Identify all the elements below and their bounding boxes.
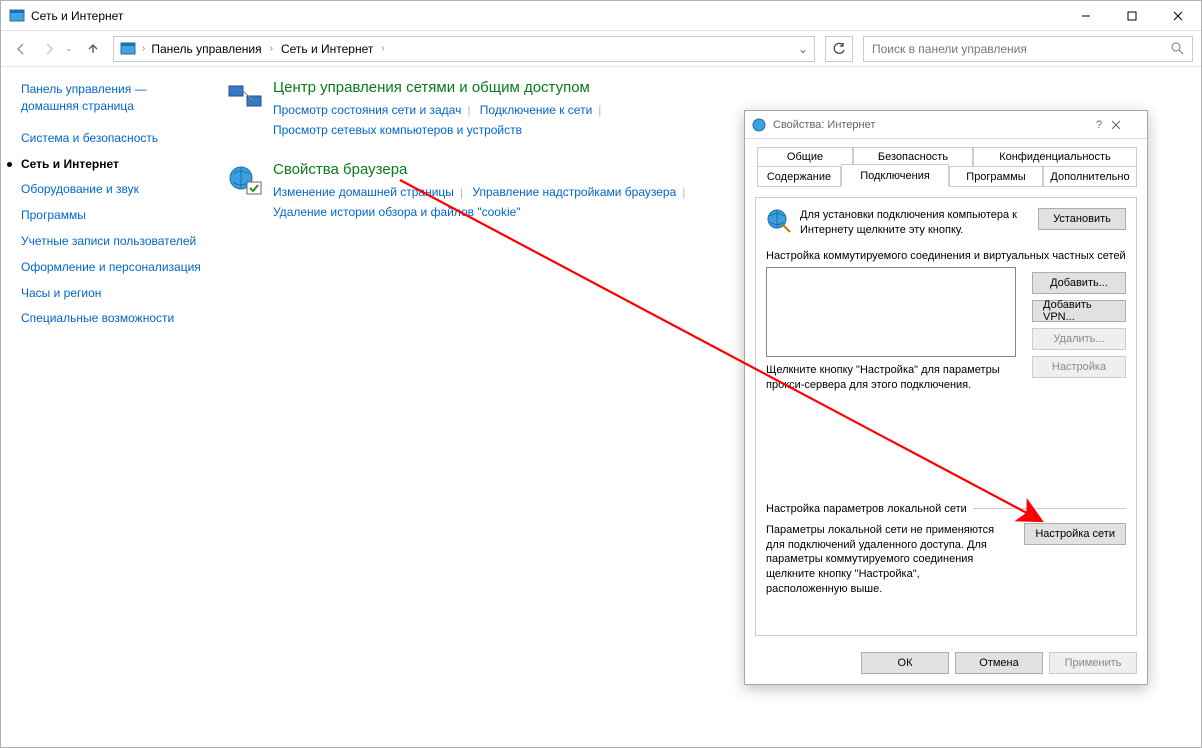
network-center-icon bbox=[227, 82, 265, 116]
remove-button: Удалить... bbox=[1032, 328, 1126, 350]
cancel-button[interactable]: Отмена bbox=[955, 652, 1043, 674]
sidebar-home[interactable]: Панель управления — домашняя страница bbox=[21, 81, 201, 116]
up-button[interactable] bbox=[81, 37, 105, 61]
dialup-group-label: Настройка коммутируемого соединения и ви… bbox=[766, 249, 1126, 263]
search-icon[interactable] bbox=[1171, 42, 1184, 55]
sidebar-item-system[interactable]: Система и безопасность bbox=[21, 130, 201, 147]
dialog-titlebar: Свойства: Интернет ? bbox=[745, 111, 1147, 139]
lan-text: Параметры локальной сети не применяются … bbox=[766, 523, 996, 597]
tab-advanced[interactable]: Дополнительно bbox=[1043, 167, 1137, 187]
sidebar-item-network[interactable]: Сеть и Интернет bbox=[21, 156, 201, 173]
sidebar-item-programs[interactable]: Программы bbox=[21, 207, 201, 224]
breadcrumb: Панель управления › Сеть и Интернет › bbox=[147, 40, 798, 58]
link-delete-history[interactable]: Удаление истории обзора и файлов "cookie… bbox=[273, 205, 521, 219]
section-title[interactable]: Свойства браузера bbox=[273, 161, 691, 178]
toolbar: ⌄ › Панель управления › Сеть и Интернет … bbox=[1, 31, 1201, 67]
lan-group-label: Настройка параметров локальной сети bbox=[766, 503, 967, 515]
link-connect[interactable]: Подключение к сети bbox=[480, 103, 592, 117]
sidebar-item-clock[interactable]: Часы и регион bbox=[21, 285, 201, 302]
dialog-footer: ОК Отмена Применить bbox=[745, 642, 1147, 684]
add-button[interactable]: Добавить... bbox=[1032, 272, 1126, 294]
titlebar: Сеть и Интернет bbox=[1, 1, 1201, 31]
chevron-right-icon: › bbox=[379, 43, 386, 54]
tab-content[interactable]: Содержание bbox=[757, 167, 841, 187]
forward-button[interactable] bbox=[37, 37, 61, 61]
tab-programs[interactable]: Программы bbox=[949, 167, 1043, 187]
chevron-right-icon: › bbox=[268, 43, 275, 54]
dialog-title: Свойства: Интернет bbox=[773, 119, 1087, 131]
search-placeholder: Поиск в панели управления bbox=[872, 42, 1171, 56]
sidebar-item-hardware[interactable]: Оборудование и звук bbox=[21, 181, 201, 198]
tab-general[interactable]: Общие bbox=[757, 147, 853, 167]
control-panel-icon bbox=[9, 8, 25, 24]
chevron-right-icon: › bbox=[140, 43, 147, 54]
close-button[interactable] bbox=[1155, 1, 1201, 31]
back-button[interactable] bbox=[9, 37, 33, 61]
tab-pane-connections: Для установки подключения компьютера к И… bbox=[755, 197, 1137, 636]
setup-button[interactable]: Установить bbox=[1038, 208, 1126, 230]
globe-wand-icon bbox=[766, 208, 792, 234]
maximize-button[interactable] bbox=[1109, 1, 1155, 31]
connections-listbox[interactable] bbox=[766, 267, 1016, 357]
link-addons[interactable]: Управление надстройками браузера bbox=[472, 185, 676, 199]
history-dropdown[interactable]: ⌄ bbox=[65, 43, 77, 54]
link-view-status[interactable]: Просмотр состояния сети и задач bbox=[273, 103, 461, 117]
address-bar[interactable]: › Панель управления › Сеть и Интернет › … bbox=[113, 36, 815, 62]
dialog-close-button[interactable] bbox=[1111, 120, 1141, 130]
chevron-down-icon[interactable]: ⌄ bbox=[798, 42, 808, 56]
refresh-button[interactable] bbox=[825, 36, 853, 62]
help-button[interactable]: ? bbox=[1087, 119, 1111, 131]
breadcrumb-current[interactable]: Сеть и Интернет bbox=[277, 40, 377, 58]
lan-settings-button[interactable]: Настройка сети bbox=[1024, 523, 1126, 545]
internet-options-icon bbox=[751, 117, 767, 133]
apply-button: Применить bbox=[1049, 652, 1137, 674]
breadcrumb-root[interactable]: Панель управления bbox=[147, 40, 265, 58]
tab-connections[interactable]: Подключения bbox=[841, 164, 949, 187]
link-homepage[interactable]: Изменение домашней страницы bbox=[273, 185, 454, 199]
internet-options-icon bbox=[227, 164, 265, 198]
ok-button[interactable]: ОК bbox=[861, 652, 949, 674]
link-view-devices[interactable]: Просмотр сетевых компьютеров и устройств bbox=[273, 123, 522, 137]
tab-strip: Общие Безопасность Конфиденциальность Со… bbox=[755, 147, 1137, 191]
minimize-button[interactable] bbox=[1063, 1, 1109, 31]
proxy-note: Щелкните кнопку "Настройка" для параметр… bbox=[766, 363, 1016, 393]
sidebar-item-accounts[interactable]: Учетные записи пользователей bbox=[21, 233, 201, 250]
tab-privacy[interactable]: Конфиденциальность bbox=[973, 147, 1137, 167]
control-panel-icon bbox=[120, 41, 136, 57]
internet-properties-dialog: Свойства: Интернет ? Общие Безопасность … bbox=[744, 110, 1148, 685]
add-vpn-button[interactable]: Добавить VPN... bbox=[1032, 300, 1126, 322]
section-title[interactable]: Центр управления сетями и общим доступом bbox=[273, 79, 607, 96]
window-title: Сеть и Интернет bbox=[31, 9, 1063, 23]
search-input[interactable]: Поиск в панели управления bbox=[863, 36, 1193, 62]
sidebar: Панель управления — домашняя страница Си… bbox=[1, 67, 211, 747]
sidebar-item-accessibility[interactable]: Специальные возможности bbox=[21, 310, 201, 327]
sidebar-item-appearance[interactable]: Оформление и персонализация bbox=[21, 259, 201, 276]
settings-button: Настройка bbox=[1032, 356, 1126, 378]
setup-text: Для установки подключения компьютера к И… bbox=[800, 208, 1038, 239]
